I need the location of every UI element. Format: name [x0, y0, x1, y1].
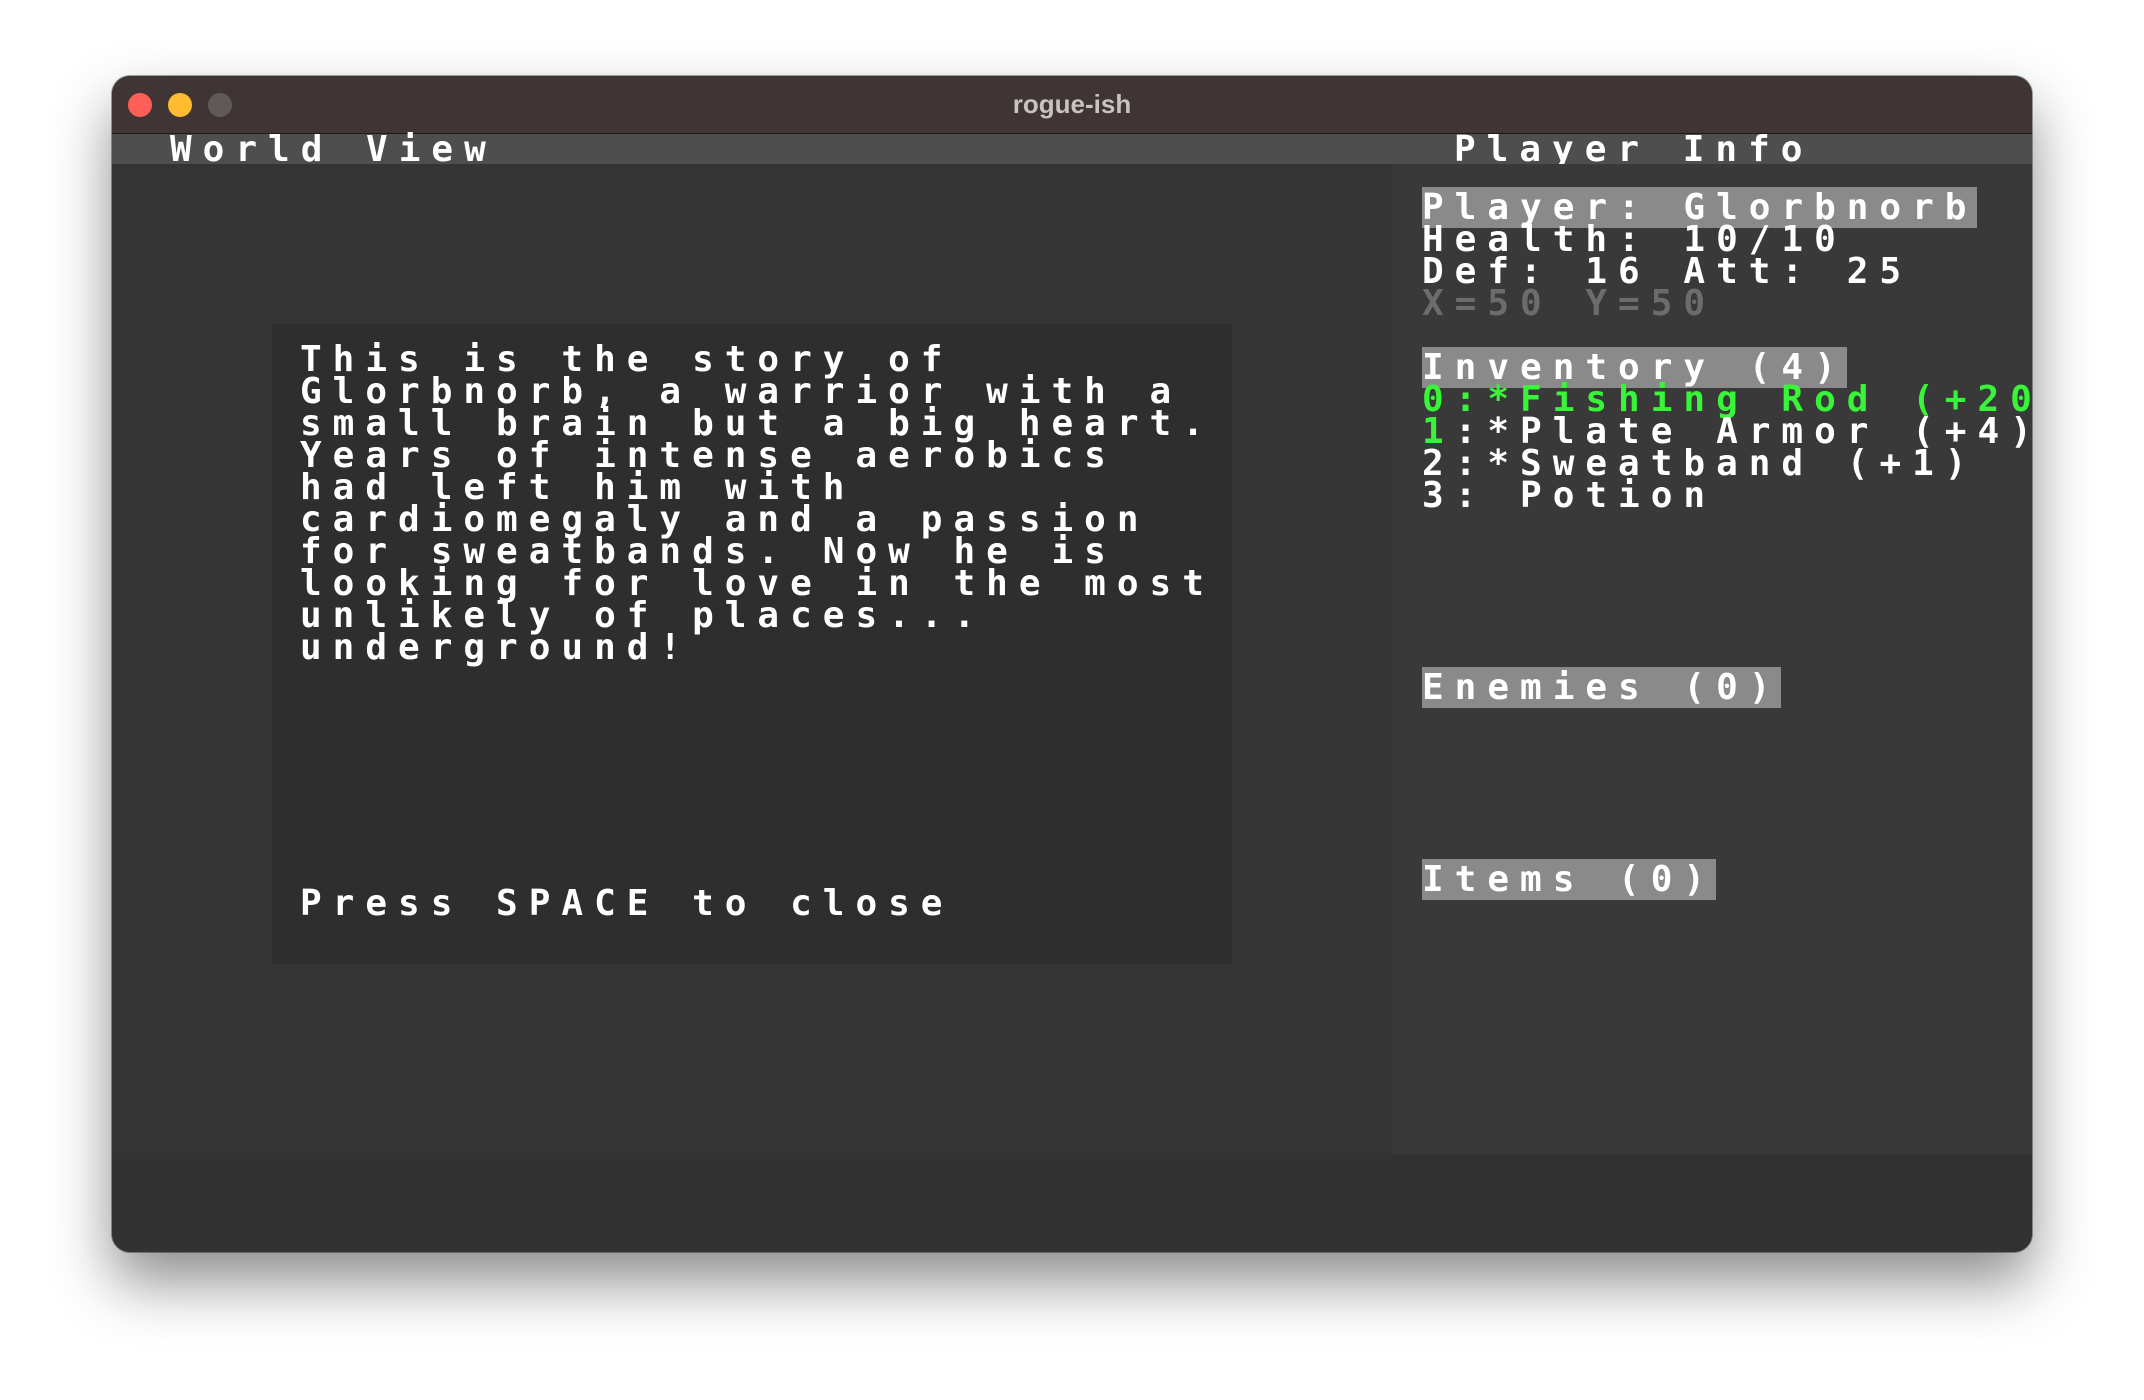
inventory-item-text: : Potion — [1454, 475, 1717, 516]
window-title: rogue-ish — [1012, 89, 1132, 119]
inventory-item-3[interactable]: 3: Potion — [1422, 478, 1716, 514]
close-hint: Press SPACE to close — [300, 883, 954, 924]
enemies-title-label: Enemies (0) — [1422, 667, 1782, 708]
status-strip — [112, 1154, 2032, 1252]
world-view-header: World View — [170, 129, 497, 170]
story-dialog: This is the story of Glorbnorb, a warrio… — [272, 324, 1232, 964]
enemies-title: Enemies (0) — [1422, 667, 1782, 708]
player-info-header: Player Info — [1454, 129, 1814, 170]
inventory-item-index: 3 — [1422, 475, 1455, 516]
items-title-label: Items (0) — [1422, 859, 1717, 900]
story-line: underground! — [300, 627, 693, 668]
title-bar: rogue-ish — [112, 76, 2032, 134]
player-coords: X=50 Y=50 — [1422, 283, 1717, 324]
app-window: rogue-ish World View Player Info This is… — [112, 76, 2032, 1252]
items-title: Items (0) — [1422, 859, 1717, 900]
